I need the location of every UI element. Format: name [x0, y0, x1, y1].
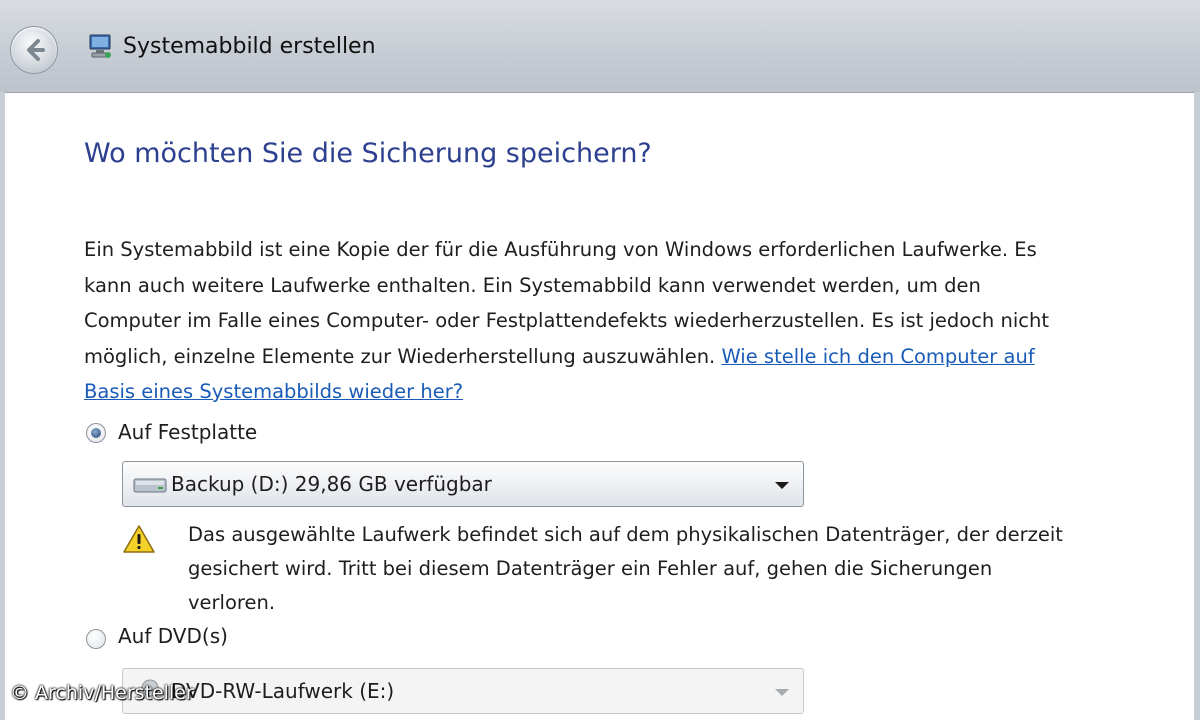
chevron-down-icon[interactable] [775, 482, 789, 489]
title-bar: Systemabbild erstellen [0, 0, 1200, 93]
description-line: kann auch weitere Laufwerke enthalten. E… [84, 273, 981, 297]
system-image-icon [89, 34, 111, 58]
dvd-dropdown-value: DVD-RW-Laufwerk (E:) [171, 679, 395, 703]
radio-harddisk[interactable] [86, 423, 106, 443]
radio-harddisk-label[interactable]: Auf Festplatte [118, 420, 257, 444]
chevron-down-icon[interactable] [775, 689, 789, 696]
description-line: Ein Systemabbild ist eine Kopie der für … [84, 238, 1037, 261]
page-heading: Wo möchten Sie die Sicherung speichern? [84, 138, 652, 169]
copyright-watermark: © Archiv/Hersteller [10, 682, 194, 704]
radio-dvd[interactable] [86, 629, 106, 649]
window-border-right [1194, 92, 1200, 720]
harddisk-dropdown-value: Backup (D:) 29,86 GB verfügbar [171, 472, 492, 496]
dvd-dropdown[interactable]: DVD-RW-Laufwerk (E:) [122, 668, 804, 714]
warning-icon [123, 525, 155, 553]
window-title: Systemabbild erstellen [123, 34, 376, 59]
hard-drive-icon [133, 478, 167, 493]
description-line: Computer im Falle eines Computer- oder F… [84, 309, 1049, 332]
radio-dvd-label[interactable]: Auf DVD(s) [118, 624, 228, 648]
description-text: Ein Systemabbild ist eine Kopie der für … [84, 232, 1194, 410]
window-border-left [0, 92, 5, 720]
harddisk-dropdown[interactable]: Backup (D:) 29,86 GB verfügbar [122, 461, 804, 507]
warning-text: Das ausgewählte Laufwerk befindet sich a… [188, 523, 1063, 614]
back-arrow-icon [27, 39, 45, 61]
back-button[interactable] [10, 26, 58, 74]
description-line: möglich, einzelne Elemente zur Wiederher… [84, 344, 716, 368]
